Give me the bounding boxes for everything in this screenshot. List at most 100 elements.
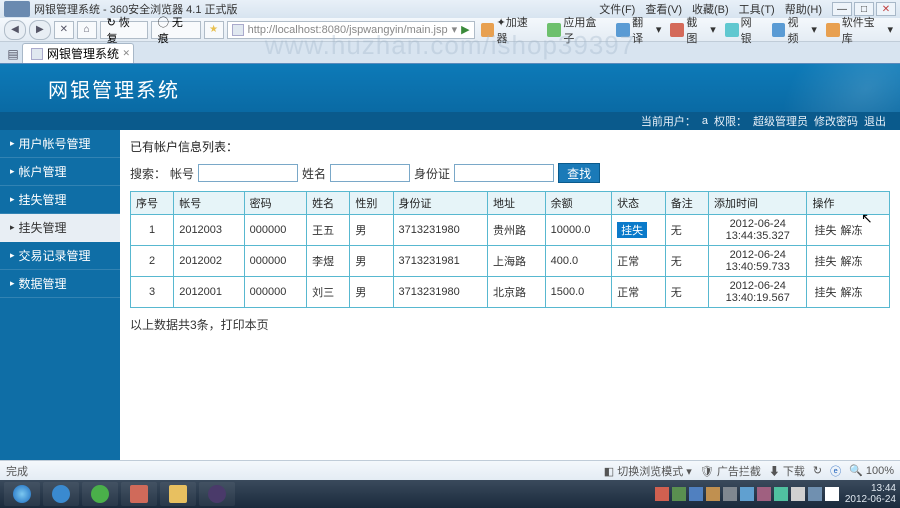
back-button[interactable]: ◀ — [4, 20, 26, 40]
cell: 3713231980 — [393, 215, 488, 246]
refresh-status[interactable]: ↻ — [813, 464, 822, 477]
tray-icon[interactable] — [774, 487, 788, 501]
role-label: 权限： — [714, 113, 747, 129]
sidebar-item[interactable]: 挂失管理 — [0, 186, 120, 214]
column-header: 姓名 — [307, 192, 350, 215]
status-cell: 正常 — [612, 277, 666, 308]
acct-input[interactable] — [198, 164, 298, 182]
column-header: 添加时间 — [708, 192, 806, 215]
tray-icon[interactable] — [706, 487, 720, 501]
screenshot-button[interactable]: 截图▾ — [667, 14, 718, 46]
op-unfreeze-link[interactable]: 解冻 — [840, 225, 862, 237]
op-lost-link[interactable]: 挂失 — [814, 225, 836, 237]
column-header: 地址 — [488, 192, 546, 215]
bank-button[interactable]: 网银 — [722, 14, 766, 46]
fav-star-icon[interactable]: ★ — [204, 21, 224, 39]
task-eclipse[interactable] — [199, 482, 235, 506]
tab-close-icon[interactable]: ✕ — [122, 48, 130, 59]
time-cell: 2012-06-2413:44:35.327 — [708, 215, 806, 246]
column-header: 密码 — [244, 192, 306, 215]
sidebar-item[interactable]: 帐户管理 — [0, 158, 120, 186]
sidebar-item[interactable]: 交易记录管理 — [0, 242, 120, 270]
sidebar-item[interactable]: 挂失管理 — [0, 214, 120, 242]
tray-icon[interactable] — [655, 487, 669, 501]
id-label: 身份证 — [414, 165, 450, 182]
op-lost-link[interactable]: 挂失 — [814, 287, 836, 299]
tab-active[interactable]: 网银管理系统 ✕ — [22, 43, 134, 63]
task-explorer[interactable] — [160, 482, 196, 506]
download-button[interactable]: ⬇ 下载 — [769, 463, 805, 479]
cell: 男 — [350, 246, 393, 277]
sidebar-item[interactable]: 数据管理 — [0, 270, 120, 298]
logout-link[interactable]: 退出 — [864, 113, 886, 129]
tab-list-icon[interactable]: ▤ — [4, 45, 22, 63]
ie-icon[interactable]: ⓔ — [830, 463, 841, 479]
avatar-icon — [4, 1, 30, 17]
stop-button[interactable]: ✕ — [54, 21, 74, 39]
table-row: 32012001000000刘三男3713231980北京路1500.0正常无2… — [131, 277, 890, 308]
cell: 贵州路 — [488, 215, 546, 246]
software-button[interactable]: 软件宝库▾ — [823, 14, 896, 46]
cell: 2012002 — [174, 246, 244, 277]
task-ie[interactable] — [43, 482, 79, 506]
column-header: 余额 — [545, 192, 611, 215]
start-button[interactable] — [4, 482, 40, 506]
sidebar-item[interactable]: 用户帐号管理 — [0, 130, 120, 158]
cell: 李煜 — [307, 246, 350, 277]
scissors-icon — [670, 23, 684, 37]
cell: 无 — [665, 277, 708, 308]
op-lost-link[interactable]: 挂失 — [814, 256, 836, 268]
dropdown-icon[interactable]: ▾ — [452, 23, 458, 36]
user-label: 当前用户： — [641, 113, 696, 129]
cell: 000000 — [244, 246, 306, 277]
name-input[interactable] — [330, 164, 410, 182]
sub-header: 当前用户： a 权限： 超级管理员 修改密码 退出 — [0, 112, 900, 130]
change-password-link[interactable]: 修改密码 — [814, 113, 858, 129]
mode-switch[interactable]: ◧ 切换浏览模式 ▾ — [604, 463, 692, 479]
tray-icon[interactable] — [808, 487, 822, 501]
tray-icon[interactable] — [791, 487, 805, 501]
tray-icon[interactable] — [740, 487, 754, 501]
status-left: 完成 — [6, 463, 604, 479]
adblock-button[interactable]: 🛡 广告拦截 — [700, 463, 761, 479]
accelerator-button[interactable]: ✦加速器 — [478, 14, 542, 46]
ops-cell: 挂失解冻 — [807, 277, 890, 308]
tray-icon[interactable] — [672, 487, 686, 501]
column-header: 操作 — [807, 192, 890, 215]
go-button[interactable]: ▶ — [461, 23, 469, 36]
incognito-button[interactable]: ◯ 无痕 — [151, 21, 201, 39]
info-title: 已有帐户信息列表： — [130, 138, 890, 155]
search-prefix: 搜索： — [130, 165, 166, 182]
app-header: 网银管理系统 — [0, 64, 900, 112]
content-area: 已有帐户信息列表： 搜索： 帐号 姓名 身份证 查找 序号帐号密码姓名性别身份证… — [120, 130, 900, 463]
home-button[interactable]: ⌂ — [77, 21, 97, 39]
zoom-label[interactable]: 🔍 100% — [849, 464, 894, 477]
tray-flag-icon[interactable] — [825, 487, 839, 501]
refresh-button[interactable]: ↻ 恢复 — [100, 21, 148, 39]
table-row: 12012003000000王五男3713231980贵州路10000.0挂失无… — [131, 215, 890, 246]
bank-icon — [725, 23, 739, 37]
id-input[interactable] — [454, 164, 554, 182]
task-app1[interactable] — [121, 482, 157, 506]
tab-favicon — [31, 48, 43, 60]
cell: 000000 — [244, 215, 306, 246]
search-button[interactable]: 查找 — [558, 163, 600, 183]
video-button[interactable]: 视频▾ — [769, 14, 820, 46]
ops-cell: 挂失解冻 — [807, 246, 890, 277]
tray-icon[interactable] — [689, 487, 703, 501]
appbox-button[interactable]: 应用盒子 — [544, 14, 610, 46]
cell: 刘三 — [307, 277, 350, 308]
forward-button[interactable]: ▶ — [29, 20, 51, 40]
browser-status-bar: 完成 ◧ 切换浏览模式 ▾ 🛡 广告拦截 ⬇ 下载 ↻ ⓔ 🔍 100% — [0, 460, 900, 480]
clock[interactable]: 13:44 2012-06-24 — [845, 483, 896, 505]
op-unfreeze-link[interactable]: 解冻 — [840, 256, 862, 268]
cell: 北京路 — [488, 277, 546, 308]
op-unfreeze-link[interactable]: 解冻 — [840, 287, 862, 299]
translate-button[interactable]: 翻译▾ — [613, 14, 664, 46]
column-header: 性别 — [350, 192, 393, 215]
tray-icon[interactable] — [723, 487, 737, 501]
tray-icon[interactable] — [757, 487, 771, 501]
url-bar[interactable]: http://localhost:8080/jspwangyin/main.js… — [227, 21, 475, 39]
task-360[interactable] — [82, 482, 118, 506]
status-badge: 挂失 — [617, 222, 647, 238]
